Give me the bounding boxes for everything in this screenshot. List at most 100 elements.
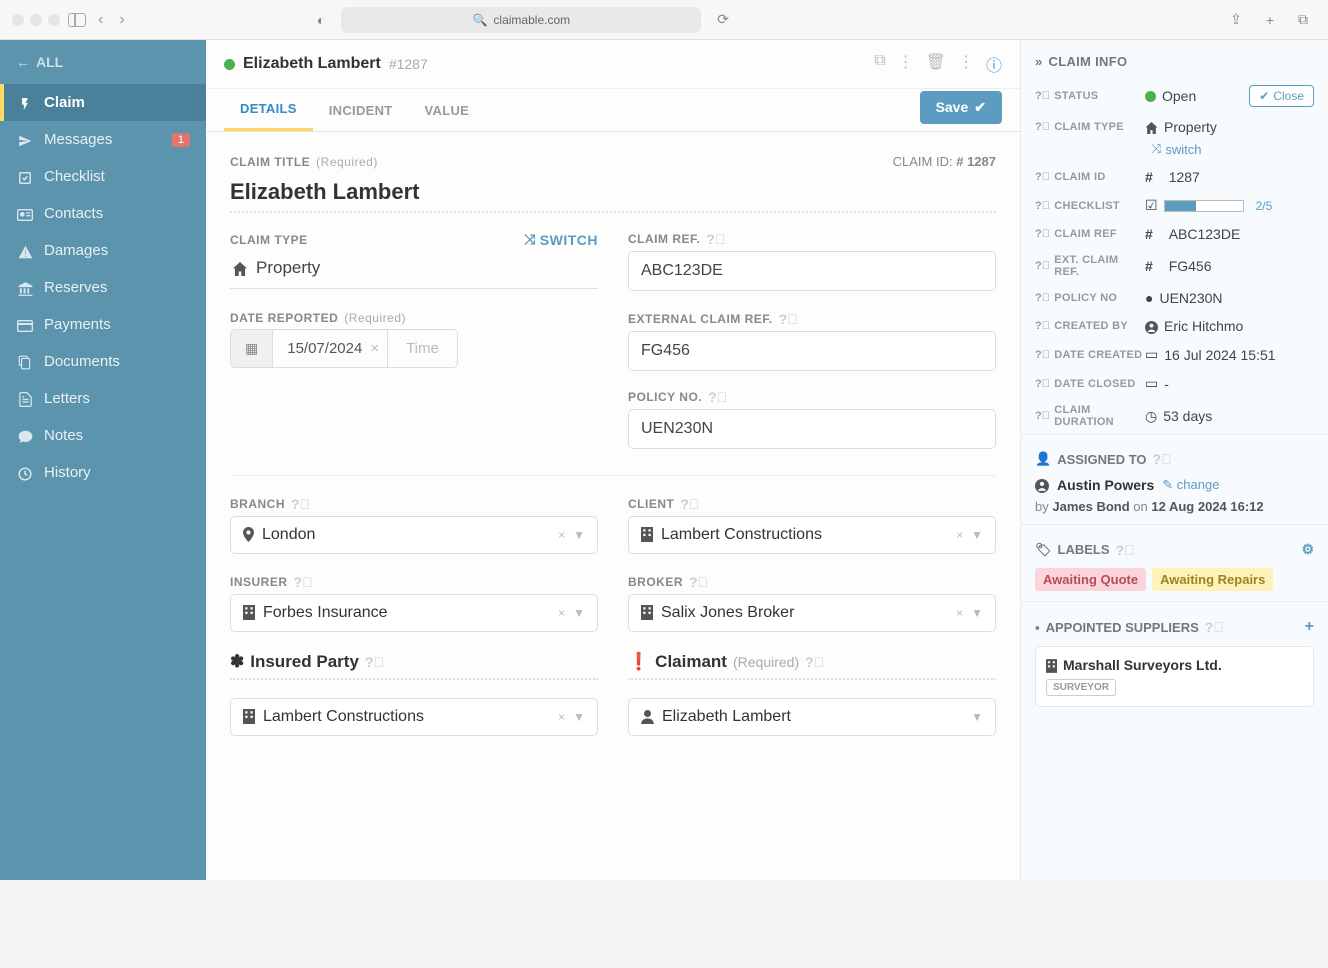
switch-type-link[interactable]: ⤨ switch: [524, 231, 598, 248]
copy-icon[interactable]: ⧉: [874, 52, 885, 76]
sidebar-item-contacts[interactable]: Contacts: [0, 195, 206, 232]
comment-icon: [16, 427, 34, 443]
more-icon[interactable]: ⋮: [898, 52, 914, 76]
tabs-icon[interactable]: ⧉: [1290, 11, 1316, 28]
sidebar-item-reserves[interactable]: Reserves: [0, 269, 206, 306]
save-button[interactable]: Save ✔: [920, 91, 1002, 124]
sidebar-item-checklist[interactable]: Checklist: [0, 158, 206, 195]
share-icon[interactable]: ⇪: [1222, 11, 1250, 28]
external-ref-input[interactable]: [628, 331, 996, 371]
bolt-icon: [16, 94, 34, 110]
help-icon[interactable]: ?⃝: [1035, 200, 1050, 212]
switch-type-link-side[interactable]: ⤨switch: [1137, 141, 1328, 163]
help-icon[interactable]: ?⃝: [294, 574, 314, 590]
sidebar-item-label: Documents: [44, 353, 120, 370]
help-icon[interactable]: ?⃝: [1035, 349, 1050, 361]
checklist-progress-bar: [1164, 200, 1244, 212]
assigned-name: Austin Powers: [1057, 477, 1154, 493]
sidebar-item-notes[interactable]: Notes: [0, 417, 206, 454]
help-icon[interactable]: ?⃝: [1035, 320, 1050, 332]
help-icon[interactable]: ?⃝: [680, 496, 700, 512]
help-icon[interactable]: ?⃝: [1035, 90, 1050, 102]
sidebar-all[interactable]: ← ALL: [0, 40, 206, 84]
help-icon[interactable]: ?⃝: [1035, 228, 1050, 240]
sidebar-toggle-icon[interactable]: [68, 13, 86, 27]
back-button[interactable]: ‹: [94, 11, 107, 29]
sidebar-item-letters[interactable]: Letters: [0, 380, 206, 417]
claim-title-value[interactable]: Elizabeth Lambert: [230, 179, 996, 205]
close-claim-button[interactable]: ✔Close: [1249, 85, 1314, 107]
help-icon[interactable]: ?⃝: [1035, 121, 1050, 133]
help-icon[interactable]: ?⃝: [1116, 542, 1135, 558]
refresh-icon[interactable]: ⟳: [709, 11, 737, 28]
gear-icon[interactable]: ⚙: [1301, 541, 1314, 558]
help-icon[interactable]: ?⃝: [1035, 410, 1050, 422]
help-icon[interactable]: ?⃝: [805, 654, 824, 670]
help-icon[interactable]: ?⃝: [779, 311, 799, 327]
sidebar-item-messages[interactable]: Messages 1: [0, 121, 206, 158]
url-bar[interactable]: 🔍 claimable.com: [341, 7, 701, 33]
help-icon[interactable]: ?⃝: [365, 654, 384, 670]
new-tab-icon[interactable]: +: [1258, 12, 1282, 28]
supplier-card[interactable]: Marshall Surveyors Ltd. SURVEYOR: [1035, 646, 1314, 707]
label-awaiting-repairs[interactable]: Awaiting Repairs: [1152, 568, 1273, 591]
info-icon[interactable]: ⓘ: [986, 52, 1002, 76]
clear-icon[interactable]: ×: [558, 528, 565, 542]
help-icon[interactable]: ?⃝: [1035, 171, 1050, 183]
clear-icon[interactable]: ×: [558, 710, 565, 724]
policy-input[interactable]: [628, 409, 996, 449]
date-reported-input[interactable]: ▦ 15/07/2024 × Time: [230, 329, 458, 368]
warning-icon: [16, 242, 34, 258]
sidebar-item-claim[interactable]: Claim: [0, 84, 206, 121]
help-icon[interactable]: ?⃝: [1035, 260, 1050, 272]
minimize-window[interactable]: [30, 14, 42, 26]
claim-ref-input[interactable]: [628, 251, 996, 291]
help-icon[interactable]: ?⃝: [1153, 451, 1172, 467]
client-select[interactable]: Lambert Constructions ×▼: [628, 516, 996, 554]
help-icon[interactable]: ?⃝: [708, 389, 728, 405]
forward-button[interactable]: ›: [115, 11, 128, 29]
help-icon[interactable]: ?⃝: [291, 496, 311, 512]
insured-party-heading: ✽ Insured Party ?⃝: [230, 652, 598, 672]
insured-select[interactable]: Lambert Constructions ×▼: [230, 698, 598, 736]
sidebar-item-damages[interactable]: Damages: [0, 232, 206, 269]
clear-icon[interactable]: ×: [558, 606, 565, 620]
add-supplier-button[interactable]: +: [1305, 618, 1314, 636]
help-icon[interactable]: ?⃝: [689, 574, 709, 590]
check-icon: ✔: [974, 99, 986, 116]
sidebar-item-documents[interactable]: Documents: [0, 343, 206, 380]
building-icon: [243, 604, 255, 622]
shuffle-icon: ⤨: [1151, 141, 1161, 157]
help-icon[interactable]: ?⃝: [706, 231, 726, 247]
branch-select[interactable]: London ×▼: [230, 516, 598, 554]
help-icon[interactable]: ?⃝: [1035, 378, 1050, 390]
tab-incident[interactable]: INCIDENT: [313, 91, 409, 130]
status-dot-open: [224, 59, 235, 70]
trash-icon[interactable]: 🗑: [926, 52, 946, 76]
tab-value[interactable]: VALUE: [409, 91, 486, 130]
sidebar-item-payments[interactable]: Payments: [0, 306, 206, 343]
home-icon: [232, 258, 248, 278]
insurer-select[interactable]: Forbes Insurance ×▼: [230, 594, 598, 632]
maximize-window[interactable]: [48, 14, 60, 26]
privacy-icon[interactable]: ◐: [309, 12, 333, 28]
change-assigned-link[interactable]: ✎ change: [1162, 477, 1219, 493]
user-icon: 👤: [1035, 451, 1051, 467]
label-awaiting-quote[interactable]: Awaiting Quote: [1035, 568, 1146, 591]
close-window[interactable]: [12, 14, 24, 26]
clear-icon[interactable]: ×: [956, 606, 963, 620]
info-panel: » CLAIM INFO ?⃝STATUS Open ✔Close ?⃝CLAI…: [1020, 40, 1328, 880]
tab-details[interactable]: DETAILS: [224, 89, 313, 131]
claimant-select[interactable]: Elizabeth Lambert ▼: [628, 698, 996, 736]
broker-select[interactable]: Salix Jones Broker ×▼: [628, 594, 996, 632]
chevron-down-icon: ▼: [971, 710, 983, 724]
help-icon[interactable]: ?⃝: [1035, 292, 1050, 304]
building-icon: ▪: [1035, 620, 1040, 635]
home-icon: [1145, 119, 1158, 135]
clear-icon[interactable]: ×: [956, 528, 963, 542]
sidebar-item-history[interactable]: History: [0, 454, 206, 491]
help-icon[interactable]: ?⃝: [1205, 619, 1224, 635]
clear-date-icon[interactable]: ×: [370, 340, 379, 357]
time-input[interactable]: Time: [387, 330, 457, 367]
more-icon-2[interactable]: ⋮: [958, 52, 974, 76]
